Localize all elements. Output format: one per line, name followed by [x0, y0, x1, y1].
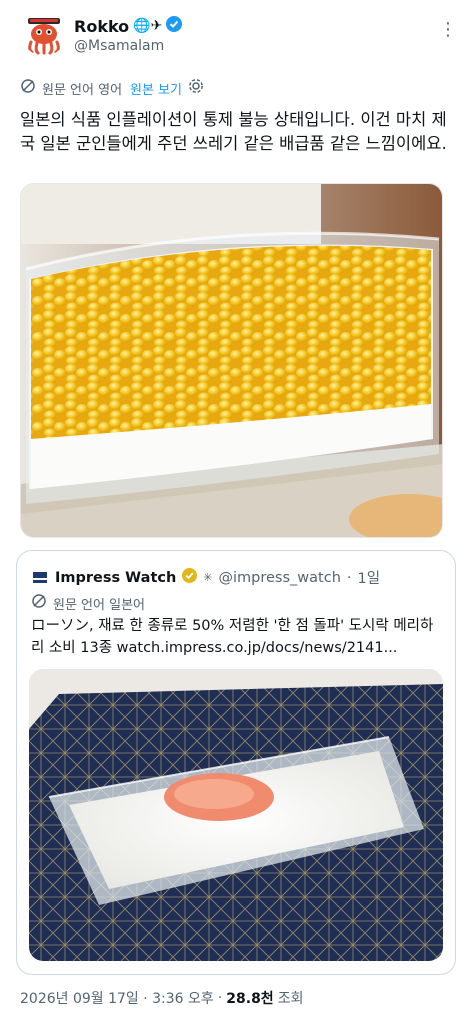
- avatar[interactable]: [22, 12, 66, 56]
- quoted-translation-bar: 원문 언어 일본어: [31, 593, 145, 613]
- separator-dot: ·: [217, 990, 223, 1006]
- tweet-text: 일본의 식품 인플레이션이 통제 불능 상태입니다. 이건 마치 제국 일본 군…: [20, 110, 447, 153]
- quoted-author-name: Impress Watch: [55, 569, 177, 586]
- verified-badge-icon: [166, 16, 183, 36]
- timestamp[interactable]: 2026년 09월 17일 · 3:36 오후: [20, 988, 214, 1008]
- quoted-translation-label: 원문 언어 일본어: [53, 597, 145, 613]
- tweet-header: Rokko 🌐✈ @Msamalam ⋮: [20, 10, 460, 60]
- show-original-link[interactable]: 원본 보기: [130, 79, 182, 98]
- tweet-image-corn-rice[interactable]: [20, 183, 443, 538]
- impress-watch-logo-icon: [31, 568, 49, 587]
- quoted-tweet[interactable]: Impress Watch ✳ @impress_watch · 1일 원문 언…: [16, 550, 456, 975]
- translation-bar: 원문 언어 영어 원본 보기: [20, 78, 204, 98]
- affiliate-badge-icon: ✳: [203, 571, 213, 584]
- author-handle[interactable]: @Msamalam: [74, 38, 164, 54]
- more-options-icon[interactable]: ⋮: [438, 20, 458, 40]
- name-emoji: 🌐✈: [133, 18, 163, 34]
- quoted-image-salmon-rice[interactable]: [29, 669, 443, 961]
- translate-icon: [20, 78, 36, 98]
- gold-verified-badge-icon: [182, 568, 198, 587]
- views-label: 조회: [277, 991, 304, 1007]
- views-count[interactable]: 28.8천: [226, 988, 273, 1008]
- settings-gear-icon[interactable]: [188, 78, 204, 98]
- quoted-text: ローソン, 재료 한 종류로 50% 저렴한 '한 점 돌파' 도시락 메리하리…: [31, 618, 434, 656]
- quoted-time: 1일: [357, 571, 381, 587]
- display-name[interactable]: Rokko: [74, 17, 129, 36]
- translation-source-label: 원문 언어 영어: [42, 82, 123, 98]
- tweet-footer: 2026년 09월 17일 · 3:36 오후 · 28.8천 조회: [20, 988, 303, 1008]
- translate-icon: [31, 593, 47, 613]
- quoted-author-handle: @impress_watch: [218, 569, 341, 586]
- separator-dot: ·: [346, 569, 352, 586]
